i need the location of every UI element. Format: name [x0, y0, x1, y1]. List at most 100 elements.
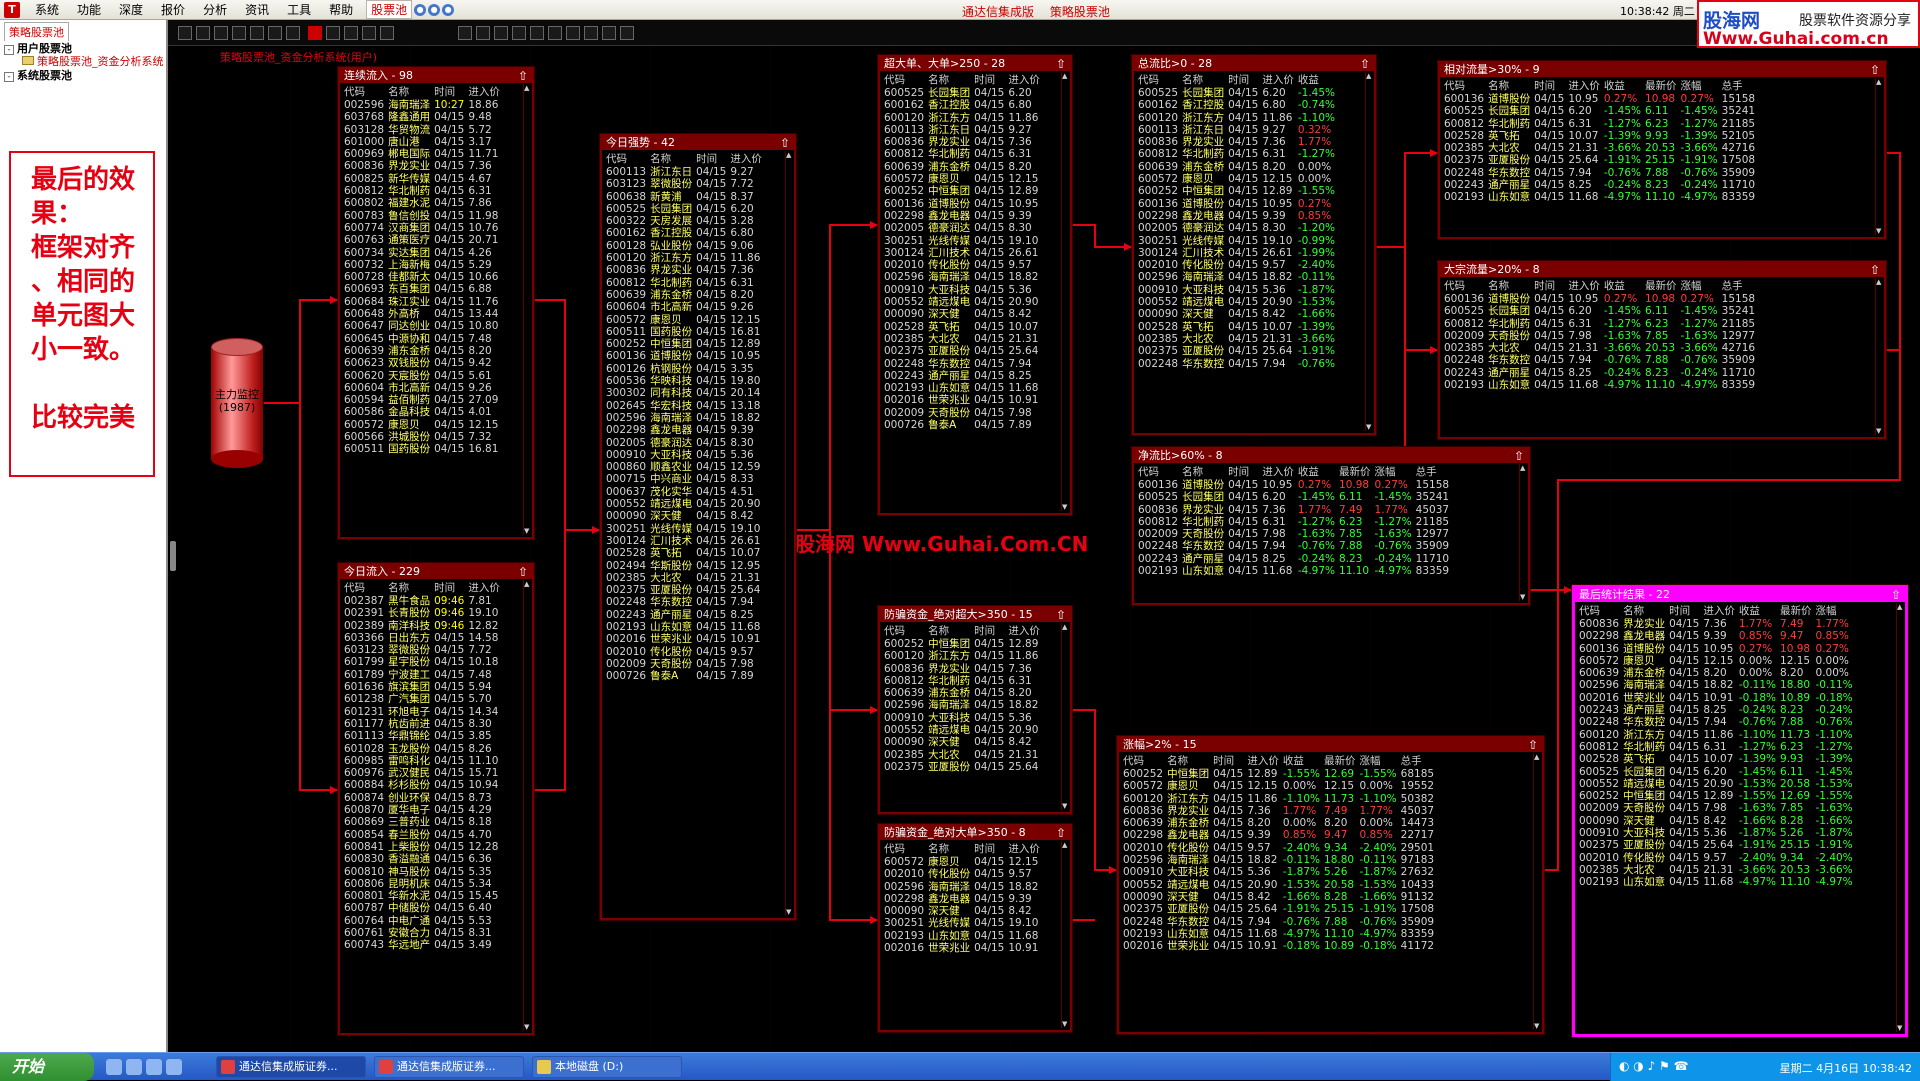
table-row[interactable]: 601113 华鼎锦纶 04/15 3.85 [342, 730, 502, 742]
panel-header[interactable]: 总流比>0 - 28 ⇧ [1134, 57, 1374, 71]
panel-header[interactable]: 最后统计结果 - 22 ⇧ [1575, 588, 1905, 602]
table-row[interactable]: 600836 界龙实业 04/15 7.36 1.77% 7.49 1.77% [1577, 618, 1855, 630]
panel-scrollbar[interactable] [1365, 72, 1374, 431]
table-row[interactable]: 600836 界龙实业 04/15 7.36 [604, 264, 764, 276]
explorer-icon[interactable] [166, 1059, 182, 1075]
table-row[interactable]: 600639 浦东金桥 04/15 8.20 0.00% 8.20 0.00% 14473 [1121, 817, 1436, 829]
column-header[interactable]: 代码 [1136, 72, 1180, 87]
table-row[interactable]: 002248 华东数控 04/15 7.94 -0.76% 7.88 -0.76% [1577, 716, 1855, 728]
table-row[interactable]: 002005 德豪润达 04/15 8.30 -1.20% [1136, 222, 1337, 234]
desktop-icon[interactable] [106, 1059, 122, 1075]
table-row[interactable]: 600761 安徽合力 04/15 8.31 [342, 927, 502, 939]
table-row[interactable]: 600604 市北高新 04/15 9.26 [604, 301, 764, 313]
table-row[interactable]: 002298 鑫龙电器 04/15 9.39 [882, 210, 1042, 222]
table-row[interactable]: 002010 传化股份 04/15 9.57 [882, 259, 1042, 271]
column-header[interactable]: 名称 [1180, 464, 1226, 479]
panel-header[interactable]: 连续流入 - 98 ⇧ [340, 69, 532, 83]
table-row[interactable]: 000552 靖远煤电 04/15 20.90 [882, 724, 1042, 736]
table-row[interactable]: 002298 鑫龙电器 04/15 9.39 0.85% 9.47 0.85% [1577, 630, 1855, 642]
table-row[interactable]: 002009 天奇股份 04/15 7.98 -1.63% 7.85 -1.63% 12977 [1136, 528, 1451, 540]
table-row[interactable]: 600639 浦东金桥 04/15 8.20 [342, 345, 502, 357]
column-header[interactable]: 收益 [1296, 464, 1337, 479]
column-header[interactable]: 进入价 [1260, 464, 1296, 479]
table-row[interactable]: 600836 界龙实业 04/15 7.36 1.77% 7.49 1.77% 45037 [1121, 805, 1436, 817]
table-row[interactable]: 600825 新华传媒 04/15 4.67 [342, 173, 502, 185]
table-row[interactable]: 002596 海南瑞泽 04/15 18.82 [882, 699, 1042, 711]
panel-collapse-icon[interactable]: ⇧ [1870, 263, 1880, 277]
column-header[interactable]: 代码 [1121, 753, 1165, 768]
table-row[interactable]: 002596 海南瑞泽 04/15 18.82 -0.11% 18.80 -0.11% 971… [1121, 854, 1436, 866]
table-row[interactable]: 603768 隆鑫通用 04/15 9.48 [342, 111, 502, 123]
column-header[interactable]: 代码 [1136, 464, 1180, 479]
table-row[interactable]: 600128 弘业股份 04/15 9.06 [604, 240, 764, 252]
panel-header[interactable]: 超大单、大单>250 - 28 ⇧ [880, 57, 1070, 71]
table-row[interactable]: 002596 海南瑞泽 04/15 18.82 -0.11% [1136, 271, 1337, 283]
column-header[interactable]: 代码 [342, 580, 386, 595]
table-row[interactable]: 600734 实达集团 04/15 4.26 [342, 247, 502, 259]
table-row[interactable]: 600787 中储股份 04/15 6.40 [342, 902, 502, 914]
table-row[interactable]: 300251 光线传媒 04/15 19.10 [882, 917, 1042, 929]
table-row[interactable]: 002010 传化股份 04/15 9.57 [882, 868, 1042, 880]
table-row[interactable]: 600774 汉商集团 04/15 10.76 [342, 222, 502, 234]
table-row[interactable]: 002375 亚厦股份 04/15 25.64 -1.91% [1136, 345, 1337, 357]
column-header[interactable]: 代码 [604, 151, 648, 166]
table-row[interactable]: 002389 南洋科技 09:46 12.82 [342, 620, 502, 632]
table-row[interactable]: 000090 深天健 04/15 8.42 -1.66% 8.28 -1.66% 91132 [1121, 891, 1436, 903]
table-row[interactable]: 000552 靖远煤电 04/15 20.90 [882, 296, 1042, 308]
table-row[interactable]: 000552 靖远煤电 04/15 20.90 -1.53% [1136, 296, 1337, 308]
table-row[interactable]: 600120 浙江东方 04/15 11.86 -1.10% 11.73 -1.10% [1577, 729, 1855, 741]
table-row[interactable]: 002528 英飞拓 04/15 10.07 [882, 321, 1042, 333]
table-row[interactable]: 600525 长园集团 04/15 6.20 -1.45% [1136, 87, 1337, 99]
table-row[interactable]: 600572 康恩贝 04/15 12.15 [882, 856, 1042, 868]
table-row[interactable]: 000637 茂化实华 04/15 4.51 [604, 486, 764, 498]
table-row[interactable]: 002494 华斯股份 04/15 12.95 [604, 560, 764, 572]
table-row[interactable]: 002248 华东数控 04/15 7.94 -0.76% 7.88 -0.76% 35909 [1121, 916, 1436, 928]
table-row[interactable]: 002596 海南瑞泽 04/15 18.82 [604, 412, 764, 424]
column-header[interactable]: 名称 [926, 841, 972, 856]
panel-header[interactable]: 今日强势 - 42 ⇧ [602, 136, 794, 150]
panel-scrollbar[interactable] [1896, 603, 1905, 1032]
column-header[interactable]: 名称 [1486, 78, 1532, 93]
column-header[interactable]: 最新价 [1643, 78, 1679, 93]
table-row[interactable]: 600836 界龙实业 04/15 7.36 1.77% [1136, 136, 1337, 148]
table-row[interactable]: 002248 华东数控 04/15 7.94 -0.76% 7.88 -0.76% 35909 [1136, 540, 1451, 552]
table-row[interactable]: 600113 浙江东日 04/15 9.27 0.32% [1136, 124, 1337, 136]
table-row[interactable]: 600812 华北制药 04/15 6.31 [882, 148, 1042, 160]
table-row[interactable]: 002375 亚厦股份 04/15 25.64 [882, 345, 1042, 357]
column-header[interactable]: 时间 [972, 72, 1006, 87]
table-row[interactable]: 002298 鑫龙电器 04/15 9.39 0.85% [1136, 210, 1337, 222]
table-row[interactable]: 600639 浦东金桥 04/15 8.20 [604, 289, 764, 301]
table-row[interactable]: 000090 深天健 04/15 8.42 -1.66% 8.28 -1.66% [1577, 815, 1855, 827]
table-row[interactable]: 600812 华北制药 04/15 6.31 -1.27% [1136, 148, 1337, 160]
table-row[interactable]: 600645 中源协和 04/15 7.48 [342, 333, 502, 345]
table-row[interactable]: 002248 华东数控 04/15 7.94 [604, 596, 764, 608]
table-row[interactable]: 600252 中恒集团 04/15 12.89 [882, 638, 1042, 650]
table-row[interactable]: 603366 日出东方 04/15 14.58 [342, 632, 502, 644]
table-row[interactable]: 601636 旗滨集团 04/15 5.94 [342, 681, 502, 693]
panel-collapse-icon[interactable]: ⇧ [1360, 57, 1370, 71]
table-row[interactable]: 600812 华北制药 04/15 6.31 [604, 277, 764, 289]
column-header[interactable]: 进入价 [1006, 623, 1042, 638]
table-row[interactable]: 002243 通产丽星 04/15 8.25 -0.24% 8.23 -0.24% [1577, 704, 1855, 716]
column-header[interactable]: 名称 [648, 151, 694, 166]
column-header[interactable]: 收益 [1602, 78, 1643, 93]
table-row[interactable]: 600120 浙江东方 04/15 11.86 [604, 252, 764, 264]
panel-today-strong[interactable]: 今日强势 - 42 ⇧ 代码 名称 时间 进入价 600113 浙江东日 04/15 9.27 60… [600, 134, 796, 920]
column-header[interactable]: 进入价 [466, 580, 502, 595]
column-header[interactable]: 时间 [972, 623, 1006, 638]
table-row[interactable]: 002010 传化股份 04/15 9.57 -2.40% 9.34 -2.40% 29501 [1121, 842, 1436, 854]
task-button-1[interactable]: 通达信集成版证券... [216, 1056, 366, 1078]
panel-collapse-icon[interactable]: ⇧ [1514, 449, 1524, 463]
table-row[interactable]: 000860 顺鑫农业 04/15 12.59 [604, 461, 764, 473]
table-row[interactable]: 600830 香溢融通 04/15 6.36 [342, 853, 502, 865]
table-row[interactable]: 002010 传化股份 04/15 9.57 [604, 646, 764, 658]
table-row[interactable]: 600120 浙江东方 04/15 11.86 -1.10% 11.73 -1.10% 503… [1121, 793, 1436, 805]
panel-gain-over-2pct[interactable]: 涨幅>2% - 15 ⇧ 代码 名称 时间 进入价 收益 最新价 涨幅 总手 600252 中恒集团 0… [1117, 736, 1544, 1034]
panel-header[interactable]: 今日流入 - 229 ⇧ [340, 565, 532, 579]
column-header[interactable]: 进入价 [466, 84, 502, 99]
table-row[interactable]: 600976 武汉健民 04/15 15.71 [342, 767, 502, 779]
table-row[interactable]: 002298 鑫龙电器 04/15 9.39 [604, 424, 764, 436]
table-row[interactable]: 002528 英飞拓 04/15 10.07 [604, 547, 764, 559]
table-row[interactable]: 600969 郴电国际 04/15 11.71 [342, 148, 502, 160]
table-row[interactable]: 600525 长园集团 04/15 6.20 -1.45% 6.11 -1.45% 35241 [1442, 305, 1757, 317]
